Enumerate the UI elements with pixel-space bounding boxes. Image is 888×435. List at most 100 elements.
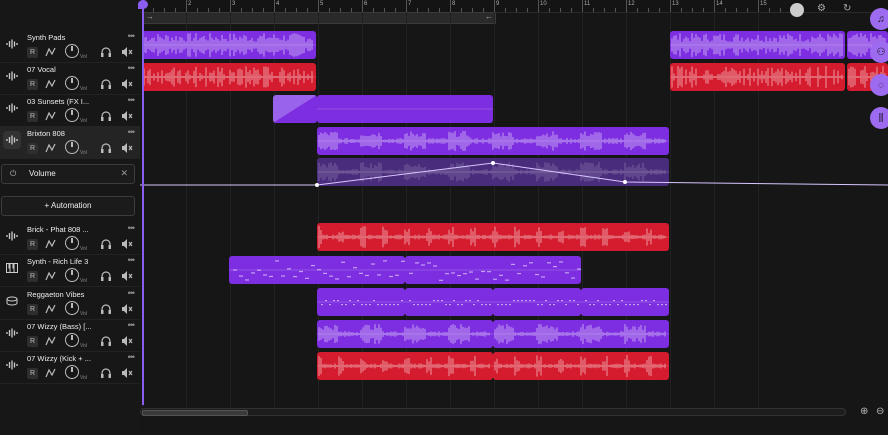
- track-name[interactable]: Brick - Phat 808 ...: [27, 225, 115, 234]
- close-automation-icon[interactable]: ✕: [120, 168, 128, 179]
- horizontal-scrollbar[interactable]: [140, 408, 846, 416]
- track-name[interactable]: Synth - Rich Life 3: [27, 257, 115, 266]
- audio-clip[interactable]: [317, 223, 669, 251]
- record-arm-button[interactable]: R: [27, 239, 38, 250]
- record-arm-button[interactable]: R: [27, 271, 38, 282]
- power-icon[interactable]: ⏻: [10, 169, 16, 179]
- track-row[interactable]: 07 Wizzy (Bass) [... ••• R Vol: [0, 319, 140, 352]
- automation-icon[interactable]: [45, 110, 57, 122]
- track-name[interactable]: Reggaeton Vibes: [27, 290, 115, 299]
- track-row[interactable]: 07 Wizzy (Kick + ... ••• R Vol: [0, 351, 140, 384]
- zoom-out-icon[interactable]: ⊖: [876, 406, 888, 418]
- mute-speaker-icon[interactable]: [121, 238, 133, 250]
- headphones-icon[interactable]: [100, 270, 112, 282]
- volume-knob[interactable]: [65, 268, 79, 282]
- audio-clip[interactable]: [317, 95, 493, 123]
- arrangement-timeline[interactable]: 123456789101112131415 → ←: [140, 0, 888, 435]
- track-row[interactable]: Brick - Phat 808 ... ••• R Vol: [0, 222, 140, 255]
- mixer-icon[interactable]: ⫼: [870, 107, 888, 129]
- loop-toggle-icon[interactable]: ↻: [843, 3, 851, 14]
- track-row[interactable]: Synth Pads ••• R Vol: [0, 30, 140, 63]
- mute-speaker-icon[interactable]: [121, 367, 133, 379]
- music-note-icon[interactable]: ♫: [870, 8, 888, 30]
- record-arm-button[interactable]: R: [27, 79, 38, 90]
- track-more-button[interactable]: •••: [128, 320, 136, 330]
- audio-clip[interactable]: [670, 31, 845, 59]
- scrollbar-thumb[interactable]: [142, 410, 248, 416]
- headphones-icon[interactable]: [100, 367, 112, 379]
- drum-clip[interactable]: [581, 288, 669, 316]
- record-arm-button[interactable]: R: [27, 111, 38, 122]
- drum-clip[interactable]: [493, 288, 581, 316]
- chat-icon[interactable]: ◌: [870, 74, 888, 96]
- mute-speaker-icon[interactable]: [121, 335, 133, 347]
- volume-knob[interactable]: [65, 108, 79, 122]
- headphones-icon[interactable]: [100, 46, 112, 58]
- drum-clip[interactable]: [405, 288, 493, 316]
- loop-start-arrow-icon[interactable]: →: [146, 12, 154, 21]
- audio-clip[interactable]: [493, 352, 669, 380]
- record-arm-button[interactable]: R: [27, 336, 38, 347]
- track-more-button[interactable]: •••: [128, 223, 136, 233]
- mute-speaker-icon[interactable]: [121, 78, 133, 90]
- track-more-button[interactable]: •••: [128, 95, 136, 105]
- automation-icon[interactable]: [45, 270, 57, 282]
- playhead[interactable]: [142, 0, 144, 405]
- track-name[interactable]: 07 Wizzy (Bass) [...: [27, 322, 115, 331]
- drum-clip[interactable]: [317, 288, 405, 316]
- audio-clip[interactable]: [142, 63, 316, 91]
- automation-icon[interactable]: [45, 238, 57, 250]
- collaborators-icon[interactable]: ⚇: [870, 41, 888, 63]
- midi-clip[interactable]: [229, 256, 405, 284]
- track-more-button[interactable]: •••: [128, 352, 136, 362]
- zoom-in-icon[interactable]: ⊕: [860, 406, 872, 418]
- track-row[interactable]: 03 Sunsets (FX I... ••• R Vol: [0, 94, 140, 127]
- add-automation-button[interactable]: + Automation: [1, 196, 135, 216]
- audio-clip[interactable]: [493, 320, 669, 348]
- loop-end-arrow-icon[interactable]: ←: [485, 12, 493, 21]
- audio-clip[interactable]: [142, 31, 316, 59]
- track-more-button[interactable]: •••: [128, 63, 136, 73]
- track-name[interactable]: 07 Wizzy (Kick + ...: [27, 354, 115, 363]
- volume-knob[interactable]: [65, 44, 79, 58]
- track-more-button[interactable]: •••: [128, 288, 136, 298]
- volume-automation-lane[interactable]: [140, 157, 888, 188]
- record-arm-button[interactable]: R: [27, 143, 38, 154]
- track-row[interactable]: Reggaeton Vibes ••• R Vol: [0, 287, 140, 320]
- automation-icon[interactable]: [45, 142, 57, 154]
- mute-speaker-icon[interactable]: [121, 303, 133, 315]
- volume-knob[interactable]: [65, 333, 79, 347]
- midi-clip[interactable]: [405, 256, 581, 284]
- record-arm-button[interactable]: R: [27, 304, 38, 315]
- mute-speaker-icon[interactable]: [121, 46, 133, 58]
- volume-knob[interactable]: [65, 140, 79, 154]
- headphones-icon[interactable]: [100, 110, 112, 122]
- automation-icon[interactable]: [45, 46, 57, 58]
- volume-knob[interactable]: [65, 236, 79, 250]
- headphones-icon[interactable]: [100, 78, 112, 90]
- track-row-selected[interactable]: Brixton 808 ••• R Vol: [0, 126, 140, 159]
- headphones-icon[interactable]: [100, 303, 112, 315]
- headphones-icon[interactable]: [100, 142, 112, 154]
- track-name[interactable]: Synth Pads: [27, 33, 115, 42]
- mute-speaker-icon[interactable]: [121, 110, 133, 122]
- automation-icon[interactable]: [45, 78, 57, 90]
- track-name[interactable]: 03 Sunsets (FX I...: [27, 97, 115, 106]
- settings-gear-icon[interactable]: ⚙: [817, 3, 826, 14]
- mute-speaker-icon[interactable]: [121, 270, 133, 282]
- loop-region[interactable]: → ←: [143, 12, 496, 24]
- track-row[interactable]: Synth - Rich Life 3 ••• R Vol: [0, 254, 140, 287]
- volume-knob[interactable]: [65, 76, 79, 90]
- automation-icon[interactable]: [45, 367, 57, 379]
- track-name[interactable]: Brixton 808: [27, 129, 115, 138]
- headphones-icon[interactable]: [100, 238, 112, 250]
- automation-icon[interactable]: [45, 335, 57, 347]
- headphones-icon[interactable]: [100, 335, 112, 347]
- metronome-icon[interactable]: [790, 3, 804, 17]
- automation-parameter-select[interactable]: ⏻ Volume ✕: [1, 164, 135, 184]
- record-arm-button[interactable]: R: [27, 368, 38, 379]
- automation-curve[interactable]: [140, 157, 888, 188]
- audio-clip-fade[interactable]: [273, 95, 317, 123]
- automation-icon[interactable]: [45, 303, 57, 315]
- volume-knob[interactable]: [65, 301, 79, 315]
